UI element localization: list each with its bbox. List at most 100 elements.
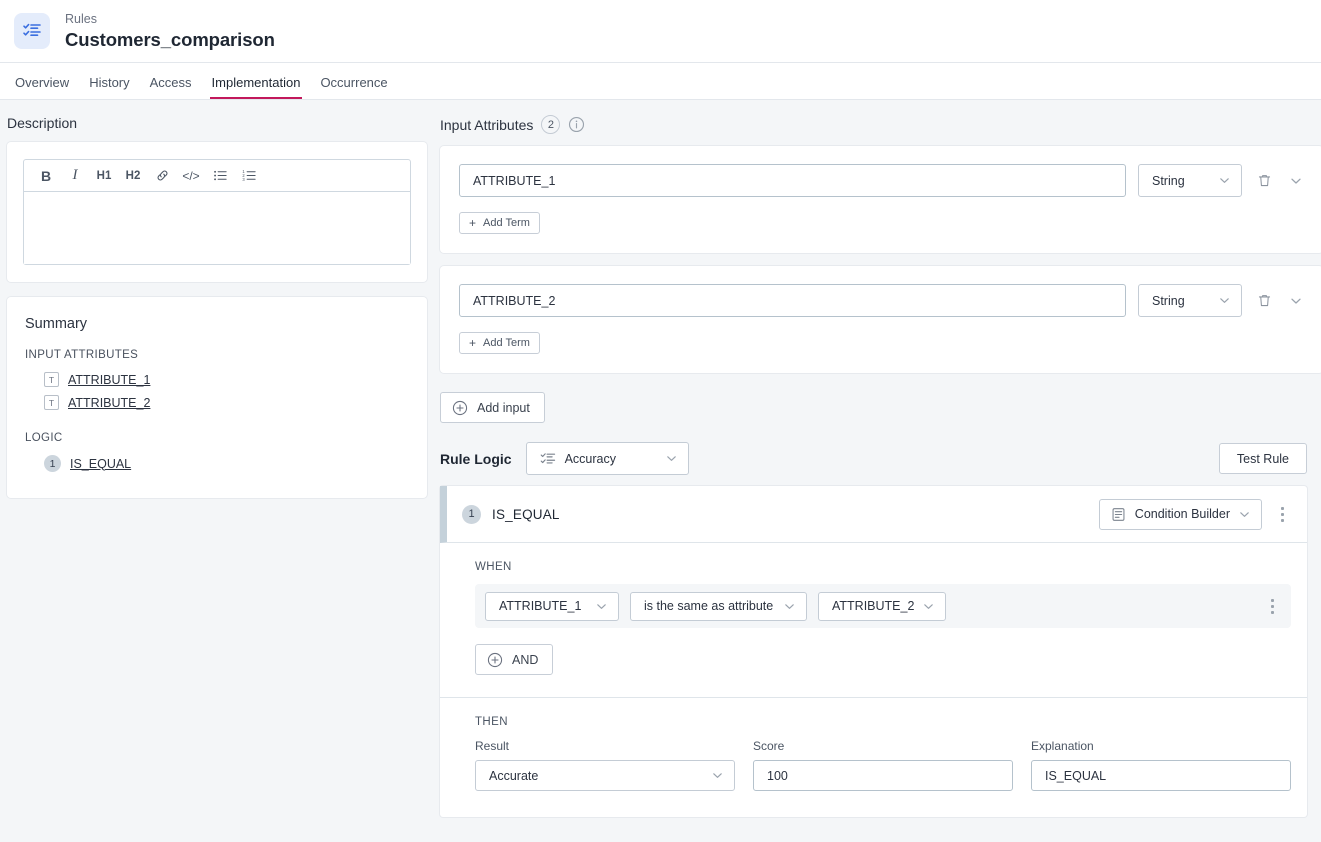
info-icon[interactable] bbox=[568, 116, 585, 133]
condition-operator-select[interactable]: is the same as attribute bbox=[630, 592, 807, 621]
summary-attribute-link[interactable]: ATTRIBUTE_2 bbox=[68, 396, 150, 410]
tab-history[interactable]: History bbox=[80, 75, 138, 99]
when-label: WHEN bbox=[475, 561, 1291, 573]
score-field: Score 100 bbox=[753, 739, 1013, 791]
summary-attribute-link[interactable]: ATTRIBUTE_1 bbox=[68, 373, 150, 387]
code-icon[interactable]: </> bbox=[180, 165, 202, 187]
add-term-button[interactable]: + Add Term bbox=[459, 332, 540, 354]
and-label: AND bbox=[512, 653, 538, 667]
add-term-label: Add Term bbox=[483, 337, 530, 349]
chevron-down-icon bbox=[711, 769, 724, 782]
summary-attribute-row[interactable]: T ATTRIBUTE_1 bbox=[25, 368, 409, 391]
explanation-label: Explanation bbox=[1031, 739, 1291, 753]
rule-logic-bar: Rule Logic bbox=[440, 442, 1321, 475]
when-section: WHEN ATTRIBUTE_1 is the same as attribut… bbox=[440, 543, 1307, 698]
italic-icon[interactable]: I bbox=[64, 165, 86, 187]
rule-logic-mode-select[interactable]: Accuracy bbox=[526, 442, 689, 475]
result-field: Result Accurate bbox=[475, 739, 735, 791]
chevron-down-icon bbox=[783, 600, 796, 613]
condition-builder-select[interactable]: Condition Builder bbox=[1099, 499, 1262, 530]
checklist-icon bbox=[14, 13, 50, 49]
svg-text:3: 3 bbox=[242, 177, 245, 182]
score-input[interactable]: 100 bbox=[753, 760, 1013, 791]
input-attributes-header: Input Attributes 2 bbox=[440, 115, 1321, 134]
condition-left-select[interactable]: ATTRIBUTE_1 bbox=[485, 592, 619, 621]
bulleted-list-icon[interactable] bbox=[209, 165, 231, 187]
plus-icon: + bbox=[469, 217, 476, 229]
add-term-button[interactable]: + Add Term bbox=[459, 212, 540, 234]
tab-occurrence[interactable]: Occurrence bbox=[311, 75, 396, 99]
attribute-name-input[interactable]: ATTRIBUTE_2 bbox=[459, 284, 1126, 317]
attribute-type-value: String bbox=[1152, 294, 1185, 308]
condition-options-menu-icon[interactable] bbox=[1263, 595, 1281, 617]
add-term-label: Add Term bbox=[483, 217, 530, 229]
condition-right-select[interactable]: ATTRIBUTE_2 bbox=[818, 592, 946, 621]
summary-attribute-row[interactable]: T ATTRIBUTE_2 bbox=[25, 391, 409, 414]
input-attributes-count: 2 bbox=[541, 115, 560, 134]
add-input-button[interactable]: Add input bbox=[440, 392, 545, 423]
description-section-title: Description bbox=[7, 115, 427, 131]
add-input-label: Add input bbox=[477, 401, 530, 415]
rule-logic-label: Rule Logic bbox=[440, 451, 512, 467]
chevron-down-icon bbox=[1238, 508, 1251, 521]
test-rule-button[interactable]: Test Rule bbox=[1219, 443, 1307, 474]
summary-input-attributes-label: INPUT ATTRIBUTES bbox=[25, 349, 409, 361]
chevron-down-icon[interactable] bbox=[1286, 291, 1306, 311]
rule-index-badge: 1 bbox=[462, 505, 481, 524]
link-icon[interactable] bbox=[151, 165, 173, 187]
attribute-type-value: String bbox=[1152, 174, 1185, 188]
text-type-icon: T bbox=[44, 395, 59, 410]
condition-builder-label: Condition Builder bbox=[1135, 507, 1230, 521]
document-list-icon bbox=[1111, 507, 1126, 522]
rule-name: IS_EQUAL bbox=[492, 507, 560, 522]
rule-card-header: 1 IS_EQUAL bbox=[440, 486, 1307, 543]
description-editor[interactable]: B I H1 H2 </> bbox=[23, 159, 411, 265]
chevron-down-icon[interactable] bbox=[1286, 171, 1306, 191]
description-textarea[interactable] bbox=[24, 192, 410, 264]
add-and-condition-button[interactable]: AND bbox=[475, 644, 553, 675]
rule-card: 1 IS_EQUAL bbox=[440, 486, 1307, 817]
trash-icon[interactable] bbox=[1254, 171, 1274, 191]
attribute-name-input[interactable]: ATTRIBUTE_1 bbox=[459, 164, 1126, 197]
numbered-list-icon[interactable]: 1 2 3 bbox=[238, 165, 260, 187]
trash-icon[interactable] bbox=[1254, 291, 1274, 311]
summary-title: Summary bbox=[25, 316, 409, 332]
rule-logic-mode-value: Accuracy bbox=[565, 452, 616, 466]
attribute-type-select[interactable]: String bbox=[1138, 164, 1242, 197]
summary-card: Summary INPUT ATTRIBUTES T ATTRIBUTE_1 T… bbox=[7, 297, 427, 498]
breadcrumb[interactable]: Rules bbox=[65, 11, 275, 27]
then-section: THEN Result Accurate Sc bbox=[440, 698, 1307, 817]
tab-overview[interactable]: Overview bbox=[6, 75, 78, 99]
heading-2-icon[interactable]: H2 bbox=[122, 165, 144, 187]
left-panel: Description B I H1 H2 bbox=[0, 100, 435, 842]
input-attribute-card: ATTRIBUTE_2 String bbox=[440, 266, 1321, 373]
result-label: Result bbox=[475, 739, 735, 753]
rule-options-menu-icon[interactable] bbox=[1273, 503, 1291, 525]
chevron-down-icon bbox=[595, 600, 608, 613]
top-bar: Rules Customers_comparison bbox=[0, 0, 1321, 63]
summary-logic-link[interactable]: IS_EQUAL bbox=[70, 457, 131, 471]
explanation-input[interactable]: IS_EQUAL bbox=[1031, 760, 1291, 791]
spacer bbox=[25, 414, 409, 432]
logic-index-badge: 1 bbox=[44, 455, 61, 472]
summary-logic-row[interactable]: 1 IS_EQUAL bbox=[25, 451, 409, 476]
chevron-down-icon bbox=[665, 452, 678, 465]
content-area: Description B I H1 H2 bbox=[0, 100, 1321, 842]
result-value: Accurate bbox=[489, 769, 538, 783]
input-attribute-card: ATTRIBUTE_1 String bbox=[440, 146, 1321, 253]
right-panel: Input Attributes 2 ATTRIBUTE_1 String bbox=[435, 100, 1321, 842]
chevron-down-icon bbox=[1218, 294, 1231, 307]
input-attribute-row: ATTRIBUTE_2 String bbox=[459, 284, 1306, 317]
score-label: Score bbox=[753, 739, 1013, 753]
then-fields: Result Accurate Score 100 bbox=[475, 739, 1291, 791]
plus-icon: + bbox=[469, 337, 476, 349]
text-type-icon: T bbox=[44, 372, 59, 387]
tab-bar: Overview History Access Implementation O… bbox=[0, 63, 1321, 100]
title-block: Rules Customers_comparison bbox=[65, 11, 275, 51]
result-select[interactable]: Accurate bbox=[475, 760, 735, 791]
heading-1-icon[interactable]: H1 bbox=[93, 165, 115, 187]
bold-icon[interactable]: B bbox=[35, 165, 57, 187]
attribute-type-select[interactable]: String bbox=[1138, 284, 1242, 317]
tab-implementation[interactable]: Implementation bbox=[203, 75, 310, 99]
tab-access[interactable]: Access bbox=[141, 75, 201, 99]
